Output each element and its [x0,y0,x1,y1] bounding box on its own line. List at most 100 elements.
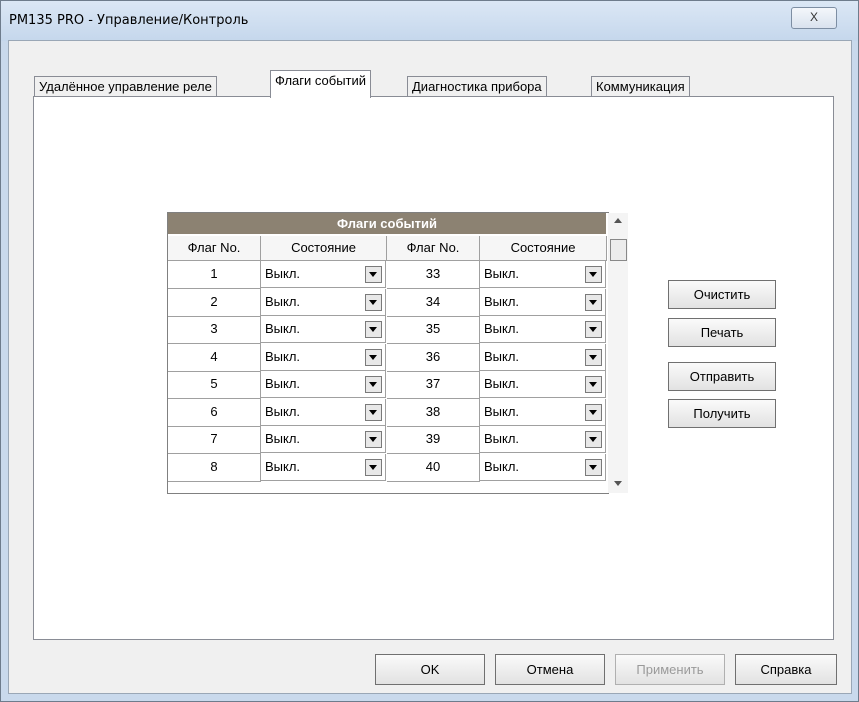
flag-state-value: Выкл. [265,431,301,446]
flag-number: 40 [425,458,441,474]
flag-state-value: Выкл. [265,348,301,364]
flag-number-cell: 4 [168,343,261,372]
print-button[interactable]: Печать [668,318,776,347]
scroll-thumb[interactable] [610,239,627,261]
flag-number: 36 [425,348,441,364]
flag-state-dropdown[interactable]: Выкл. [480,316,606,343]
apply-button[interactable]: Применить [615,654,725,685]
flag-state-value: Выкл. [484,458,520,474]
chevron-down-icon[interactable] [365,293,382,311]
cancel-button[interactable]: Отмена [495,654,605,685]
table-title: Флаги событий [168,213,606,234]
flag-number: 3 [210,321,218,336]
chevron-down-icon[interactable] [365,403,382,421]
chevron-down-icon[interactable] [585,376,602,393]
flag-state-dropdown[interactable]: Выкл. [480,426,606,453]
flag-state-value: Выкл. [265,266,301,281]
flag-state-value: Выкл. [484,266,520,281]
flag-state-value: Выкл. [265,403,301,419]
receive-button[interactable]: Получить [668,399,776,428]
flag-number: 39 [425,431,441,446]
flag-number: 6 [210,403,218,419]
help-button[interactable]: Справка [735,654,837,685]
window-title: PM135 PRO - Управление/Контроль [9,13,249,28]
flag-number-cell: 6 [168,398,261,427]
flag-state-dropdown[interactable]: Выкл. [261,316,386,343]
table-scrollbar[interactable] [608,213,628,493]
flag-number-cell: 34 [387,288,480,317]
chevron-down-icon[interactable] [365,348,382,366]
tab-remote-relay-control[interactable]: Удалённое управление реле [34,76,217,97]
flag-number: 35 [425,321,441,336]
flag-number: 33 [425,266,441,281]
flag-number: 2 [210,293,218,309]
flag-state-dropdown[interactable]: Выкл. [480,371,606,398]
title-bar[interactable]: PM135 PRO - Управление/Контроль X [1,1,858,41]
flag-number-cell: 5 [168,371,261,399]
chevron-down-icon[interactable] [585,266,602,283]
flag-number: 37 [425,376,441,391]
flag-state-value: Выкл. [484,321,520,336]
close-button[interactable]: X [791,7,837,29]
chevron-down-icon[interactable] [365,266,382,283]
flag-state-dropdown[interactable]: Выкл. [261,288,386,316]
send-button[interactable]: Отправить [668,362,776,391]
flag-number: 5 [210,376,218,391]
column-header-flag-no: Флаг No. [168,236,261,261]
flag-state-value: Выкл. [484,431,520,446]
flag-number-cell: 33 [387,261,480,289]
flag-number-cell: 1 [168,261,261,289]
chevron-down-icon[interactable] [585,348,602,366]
flag-number-cell: 2 [168,288,261,317]
flag-state-value: Выкл. [265,458,301,474]
flag-number-cell: 37 [387,371,480,399]
flag-number-cell: 3 [168,316,261,344]
flag-state-dropdown[interactable]: Выкл. [480,288,606,316]
flag-state-dropdown[interactable]: Выкл. [261,453,386,481]
flag-state-value: Выкл. [484,293,520,309]
flag-state-value: Выкл. [265,376,301,391]
chevron-down-icon[interactable] [365,376,382,393]
flag-state-value: Выкл. [484,403,520,419]
tab-device-diagnostics[interactable]: Диагностика прибора [407,76,547,97]
tab-event-flags[interactable]: Флаги событий [270,70,372,98]
flag-state-dropdown[interactable]: Выкл. [480,453,606,481]
flag-state-dropdown[interactable]: Выкл. [261,343,386,371]
flag-number-cell: 36 [387,343,480,372]
flag-number: 4 [210,348,218,364]
column-header-state: Состояние [480,236,607,261]
close-icon: X [809,10,818,24]
flag-state-dropdown[interactable]: Выкл. [261,398,386,426]
flag-state-dropdown[interactable]: Выкл. [261,371,386,398]
flag-state-dropdown[interactable]: Выкл. [480,398,606,426]
flag-state-value: Выкл. [265,321,301,336]
flag-state-dropdown[interactable]: Выкл. [480,261,606,288]
flag-state-dropdown[interactable]: Выкл. [480,343,606,371]
tab-communication[interactable]: Коммуникация [591,76,690,97]
flag-number-cell: 7 [168,426,261,454]
flag-number-cell: 38 [387,398,480,427]
chevron-down-icon[interactable] [365,431,382,448]
chevron-down-icon[interactable] [585,403,602,421]
flag-state-dropdown[interactable]: Выкл. [261,261,386,288]
column-header-state: Состояние [261,236,387,261]
chevron-down-icon[interactable] [585,293,602,311]
flag-state-value: Выкл. [484,376,520,391]
flag-state-value: Выкл. [484,348,520,364]
chevron-down-icon[interactable] [585,458,602,476]
scroll-down-icon[interactable] [614,481,622,486]
ok-button[interactable]: OK [375,654,485,685]
chevron-down-icon[interactable] [365,458,382,476]
scroll-up-icon[interactable] [614,218,622,223]
flag-number-cell: 40 [387,453,480,482]
chevron-down-icon[interactable] [585,321,602,338]
clear-button[interactable]: Очистить [668,280,776,309]
flag-number: 8 [210,458,218,474]
column-header-flag-no: Флаг No. [387,236,480,261]
flag-number-cell: 35 [387,316,480,344]
flag-number: 38 [425,403,441,419]
flag-state-dropdown[interactable]: Выкл. [261,426,386,453]
chevron-down-icon[interactable] [365,321,382,338]
flag-number: 7 [210,431,218,446]
chevron-down-icon[interactable] [585,431,602,448]
